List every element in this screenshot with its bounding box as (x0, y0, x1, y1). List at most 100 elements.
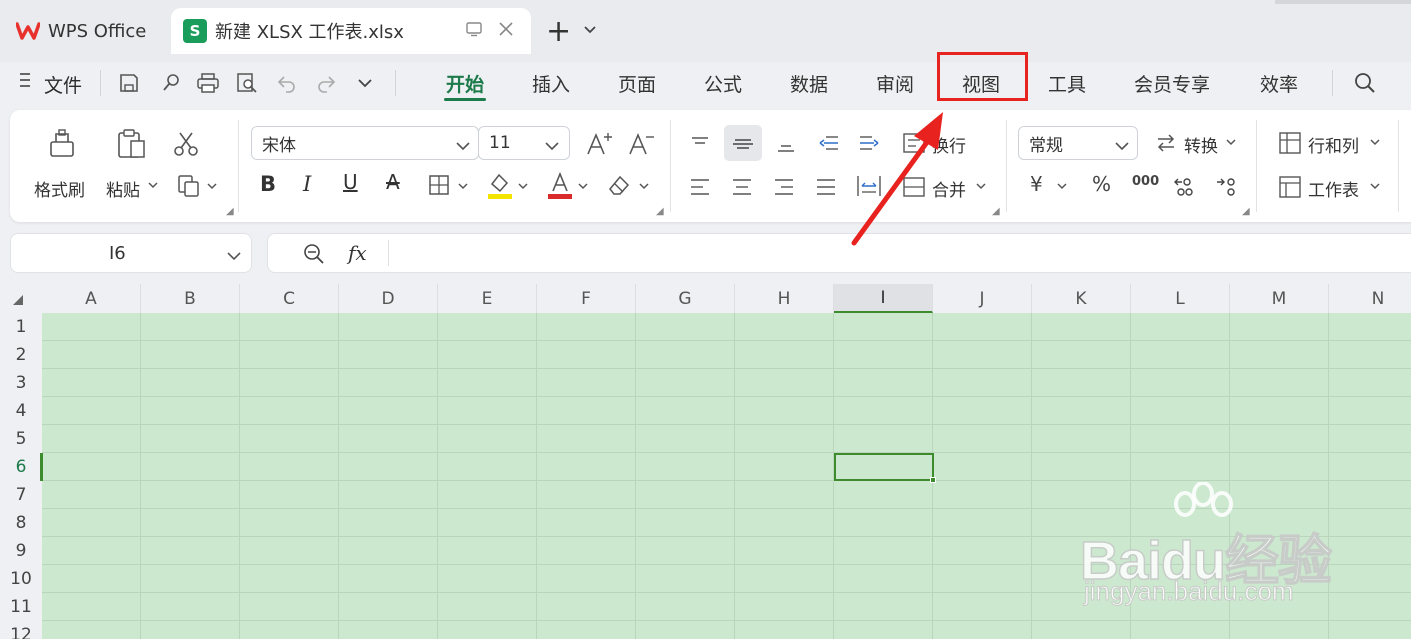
window-icon[interactable] (465, 20, 483, 42)
justify-icon[interactable] (812, 174, 840, 200)
file-menu[interactable]: 文件 (44, 71, 82, 98)
row-header[interactable]: 7 (0, 481, 42, 509)
save-icon[interactable] (114, 68, 144, 98)
font-color-icon[interactable] (546, 170, 574, 200)
link-icon[interactable] (156, 68, 186, 98)
row-header[interactable]: 10 (0, 565, 42, 593)
tab-tools[interactable]: 工具 (1048, 70, 1086, 97)
font-launcher-icon[interactable]: ◢ (656, 206, 664, 217)
print-preview-icon[interactable] (232, 68, 262, 98)
clipboard-launcher-icon[interactable]: ◢ (226, 206, 234, 217)
zoom-search-icon[interactable] (302, 242, 326, 270)
row-header[interactable]: 2 (0, 341, 42, 369)
decrease-font-icon[interactable] (626, 130, 656, 158)
align-right-icon[interactable] (770, 174, 798, 200)
name-box[interactable]: I6 (10, 233, 252, 273)
column-header[interactable]: N (1329, 284, 1411, 313)
font-name-select[interactable]: 宋体 (251, 126, 479, 160)
bold-icon[interactable]: B (260, 172, 276, 196)
copy-chevron-icon[interactable] (207, 180, 217, 195)
align-middle-button[interactable] (724, 125, 762, 161)
border-chevron-icon[interactable] (458, 180, 468, 195)
font-size-select[interactable]: 11 (478, 126, 570, 160)
tab-efficiency[interactable]: 效率 (1260, 70, 1298, 97)
function-icon[interactable]: fx (348, 241, 367, 265)
currency-icon[interactable]: ¥ (1030, 172, 1043, 196)
number-launcher-icon[interactable]: ◢ (1242, 206, 1250, 217)
column-header[interactable]: L (1131, 284, 1230, 313)
row-header[interactable]: 12 (0, 621, 42, 639)
fill-color-chevron-icon[interactable] (518, 180, 528, 195)
rows-cols-button[interactable]: 行和列 (1308, 132, 1359, 157)
tab-document[interactable]: S 新建 XLSX 工作表.xlsx (171, 8, 531, 54)
column-header[interactable]: M (1230, 284, 1329, 313)
tab-wps-office[interactable]: WPS Office (0, 8, 166, 54)
increase-font-icon[interactable] (584, 130, 614, 158)
rows-cols-chevron-icon[interactable] (1370, 136, 1380, 151)
italic-icon[interactable]: I (303, 172, 311, 196)
worksheet-button[interactable]: 工作表 (1308, 176, 1359, 201)
align-center-icon[interactable] (728, 174, 756, 200)
cut-icon[interactable] (172, 130, 200, 158)
column-header[interactable]: H (735, 284, 834, 313)
tab-list-chevron-icon[interactable] (583, 22, 597, 41)
underline-icon[interactable]: U (343, 170, 358, 194)
convert-chevron-icon[interactable] (1226, 136, 1236, 151)
chevron-down-icon[interactable] (227, 247, 241, 266)
fill-color-icon[interactable] (486, 170, 514, 200)
column-header[interactable]: K (1032, 284, 1131, 313)
worksheet-chevron-icon[interactable] (1370, 180, 1380, 195)
currency-chevron-icon[interactable] (1057, 180, 1067, 195)
align-bottom-icon[interactable] (772, 130, 800, 156)
print-icon[interactable] (193, 68, 223, 98)
row-header[interactable]: 4 (0, 397, 42, 425)
column-header[interactable]: J (933, 284, 1032, 313)
merge-chevron-icon[interactable] (976, 180, 986, 195)
row-header[interactable]: 6 (0, 453, 42, 481)
search-icon[interactable] (1350, 68, 1380, 98)
column-header[interactable]: E (438, 284, 537, 313)
row-header[interactable]: 3 (0, 369, 42, 397)
close-tab-icon[interactable] (497, 20, 515, 42)
tab-data[interactable]: 数据 (790, 70, 828, 97)
redo-icon[interactable] (311, 68, 341, 98)
border-icon[interactable] (426, 172, 452, 198)
decrease-decimal-icon[interactable] (1214, 172, 1242, 200)
column-header[interactable]: A (42, 284, 141, 313)
more-chevron-icon[interactable] (350, 68, 380, 98)
align-top-icon[interactable] (686, 130, 714, 156)
paste-chevron-icon[interactable] (148, 179, 158, 194)
new-tab-icon[interactable]: + (546, 14, 571, 49)
column-header[interactable]: D (339, 284, 438, 313)
tab-review[interactable]: 审阅 (876, 70, 914, 97)
column-header[interactable]: G (636, 284, 735, 313)
row-header[interactable]: 11 (0, 593, 42, 621)
thousands-icon[interactable]: 000 (1132, 174, 1159, 189)
percent-icon[interactable]: % (1092, 172, 1111, 196)
align-left-icon[interactable] (686, 174, 714, 200)
clear-format-icon[interactable] (606, 172, 634, 198)
tab-home[interactable]: 开始 (446, 70, 484, 97)
row-header[interactable]: 1 (0, 313, 42, 341)
font-color-chevron-icon[interactable] (578, 180, 588, 195)
convert-button[interactable]: 转换 (1184, 132, 1218, 157)
paste-button[interactable]: 粘贴 (106, 176, 140, 201)
column-header[interactable]: F (537, 284, 636, 313)
clear-chevron-icon[interactable] (639, 180, 649, 195)
row-header[interactable]: 5 (0, 425, 42, 453)
increase-decimal-icon[interactable] (1172, 172, 1200, 200)
format-painter-button[interactable]: 格式刷 (34, 176, 85, 201)
tab-member[interactable]: 会员专享 (1134, 70, 1210, 97)
hamburger-icon[interactable] (18, 70, 34, 94)
undo-icon[interactable] (272, 68, 302, 98)
column-header[interactable]: B (141, 284, 240, 313)
decrease-indent-icon[interactable] (814, 130, 842, 156)
alignment-launcher-icon[interactable]: ◢ (992, 206, 1000, 217)
select-all-corner[interactable] (0, 284, 42, 313)
number-format-select[interactable]: 常规 (1018, 126, 1138, 160)
row-header[interactable]: 8 (0, 509, 42, 537)
tab-formula[interactable]: 公式 (704, 70, 742, 97)
active-cell[interactable] (834, 453, 936, 483)
tab-page[interactable]: 页面 (618, 70, 656, 97)
tab-insert[interactable]: 插入 (532, 70, 570, 97)
